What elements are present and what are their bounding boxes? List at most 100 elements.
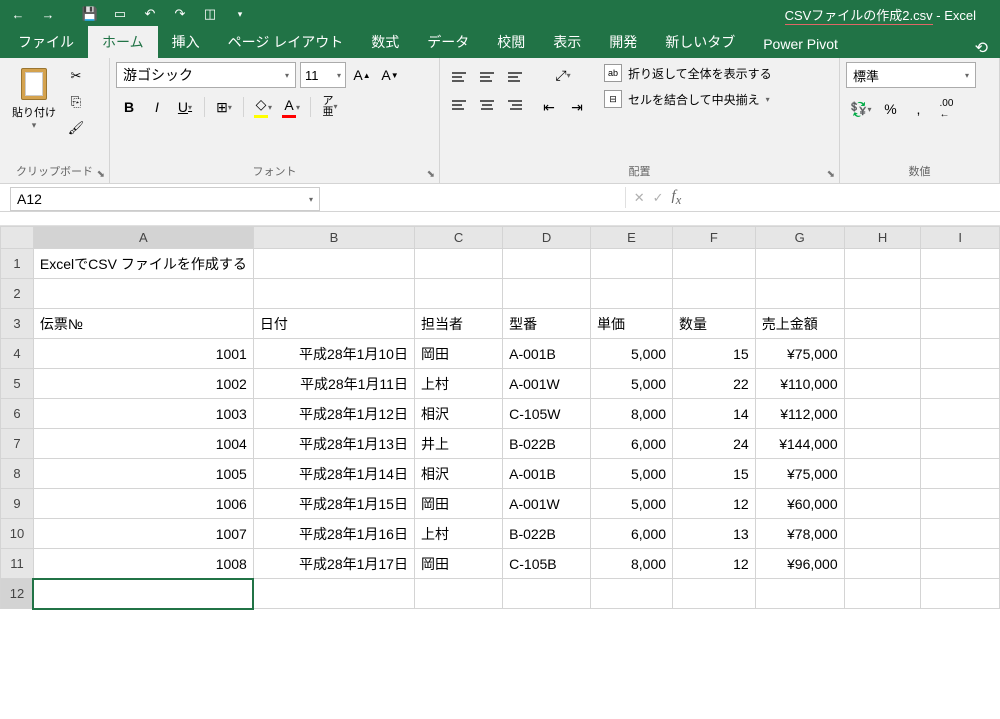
row-header[interactable]: 6 (1, 399, 34, 429)
row-header[interactable]: 7 (1, 429, 34, 459)
cell[interactable]: 売上金額 (755, 309, 844, 339)
cell[interactable] (921, 579, 1000, 609)
cell[interactable]: 平成28年1月11日 (253, 369, 414, 399)
cell[interactable] (253, 249, 414, 279)
cell[interactable]: B-022B (503, 429, 591, 459)
cell[interactable]: A-001B (503, 339, 591, 369)
cell[interactable]: 12 (673, 489, 756, 519)
number-format-select[interactable]: 標準▾ (846, 62, 976, 88)
cell[interactable]: 単価 (591, 309, 673, 339)
cell[interactable] (844, 519, 921, 549)
cell[interactable] (921, 429, 1000, 459)
decrease-font-icon[interactable]: A▼ (378, 63, 402, 87)
cell[interactable]: 担当者 (414, 309, 502, 339)
cell[interactable] (591, 579, 673, 609)
cell[interactable] (253, 279, 414, 309)
cell[interactable]: 岡田 (414, 339, 502, 369)
cell[interactable]: 上村 (414, 369, 502, 399)
cell[interactable] (844, 549, 921, 579)
cell[interactable] (921, 249, 1000, 279)
font-color-button[interactable]: A▾ (278, 94, 304, 120)
cell[interactable]: C-105B (503, 549, 591, 579)
cell[interactable]: 平成28年1月10日 (253, 339, 414, 369)
cell[interactable] (921, 519, 1000, 549)
cell[interactable]: 1006 (33, 489, 253, 519)
row-header[interactable]: 12 (1, 579, 34, 609)
tab-new[interactable]: 新しいタブ (651, 26, 749, 58)
clipboard-launcher-icon[interactable]: ⬊ (97, 169, 105, 180)
cell[interactable]: 6,000 (591, 519, 673, 549)
col-header[interactable]: H (844, 227, 921, 249)
align-launcher-icon[interactable]: ⬊ (827, 169, 835, 180)
cell[interactable] (33, 279, 253, 309)
cell[interactable] (844, 459, 921, 489)
cell[interactable] (921, 399, 1000, 429)
select-all-corner[interactable] (1, 227, 34, 249)
tab-formulas[interactable]: 数式 (357, 26, 413, 58)
cell[interactable]: 1003 (33, 399, 253, 429)
cell[interactable]: 上村 (414, 519, 502, 549)
cell[interactable] (503, 279, 591, 309)
cell[interactable] (844, 339, 921, 369)
cell[interactable] (503, 249, 591, 279)
cell[interactable] (844, 489, 921, 519)
cell[interactable]: B-022B (503, 519, 591, 549)
tab-dev[interactable]: 開発 (595, 26, 651, 58)
refresh-icon[interactable]: ⟲ (975, 38, 988, 58)
col-header[interactable]: D (503, 227, 591, 249)
cell[interactable] (673, 279, 756, 309)
clear-icon[interactable]: ◫ (196, 2, 224, 26)
cell[interactable]: 相沢 (414, 459, 502, 489)
tab-layout[interactable]: ページ レイアウト (214, 26, 358, 58)
tab-file[interactable]: ファイル (4, 26, 88, 58)
row-header[interactable]: 5 (1, 369, 34, 399)
orientation-button[interactable]: ⤢ ▾ (536, 62, 590, 88)
align-left-icon[interactable] (446, 92, 472, 118)
cell[interactable] (844, 249, 921, 279)
col-header[interactable]: F (673, 227, 756, 249)
cell[interactable]: 5,000 (591, 459, 673, 489)
cell[interactable] (844, 369, 921, 399)
cell[interactable] (921, 549, 1000, 579)
cell[interactable]: 15 (673, 459, 756, 489)
cell[interactable]: ¥144,000 (755, 429, 844, 459)
font-name-select[interactable]: 游ゴシック▾ (116, 62, 296, 88)
tab-powerpivot[interactable]: Power Pivot (749, 30, 852, 58)
save-icon[interactable]: 💾 (76, 2, 104, 26)
comma-button[interactable]: , (905, 96, 931, 122)
undo-icon[interactable]: ↶ (136, 2, 164, 26)
cell[interactable]: ExcelでCSV ファイルを作成する (33, 249, 253, 279)
cell[interactable]: 13 (673, 519, 756, 549)
cell[interactable]: A-001W (503, 369, 591, 399)
spreadsheet-grid[interactable]: ABCDEFGHI1ExcelでCSV ファイルを作成する23伝票№日付担当者型… (0, 226, 1000, 609)
merge-center-button[interactable]: ⊟ セルを結合して中央揃え ▾ (600, 88, 776, 110)
col-header[interactable]: A (33, 227, 253, 249)
bold-button[interactable]: B (116, 94, 142, 120)
cell[interactable]: 1005 (33, 459, 253, 489)
cell[interactable] (921, 459, 1000, 489)
cell[interactable]: ¥96,000 (755, 549, 844, 579)
qat-more-icon[interactable]: ▾ (226, 2, 254, 26)
tab-review[interactable]: 校閲 (483, 26, 539, 58)
cell[interactable] (844, 579, 921, 609)
cell[interactable]: 数量 (673, 309, 756, 339)
cell[interactable] (844, 429, 921, 459)
fill-color-button[interactable]: ◇▾ (250, 94, 276, 120)
cell[interactable]: 型番 (503, 309, 591, 339)
cell[interactable]: 24 (673, 429, 756, 459)
col-header[interactable]: G (755, 227, 844, 249)
col-header[interactable]: B (253, 227, 414, 249)
cell[interactable]: 14 (673, 399, 756, 429)
accept-formula-icon[interactable]: ✓ (653, 190, 664, 206)
cell[interactable]: 5,000 (591, 369, 673, 399)
cancel-formula-icon[interactable]: ✕ (634, 190, 645, 206)
cell[interactable]: 相沢 (414, 399, 502, 429)
row-header[interactable]: 10 (1, 519, 34, 549)
cell[interactable] (253, 579, 414, 609)
fx-icon[interactable]: fx (672, 188, 682, 208)
copy-icon[interactable]: ⎘ (66, 92, 86, 112)
cell[interactable]: 1001 (33, 339, 253, 369)
cell[interactable] (921, 309, 1000, 339)
align-top-icon[interactable] (446, 64, 472, 90)
cell[interactable] (921, 279, 1000, 309)
